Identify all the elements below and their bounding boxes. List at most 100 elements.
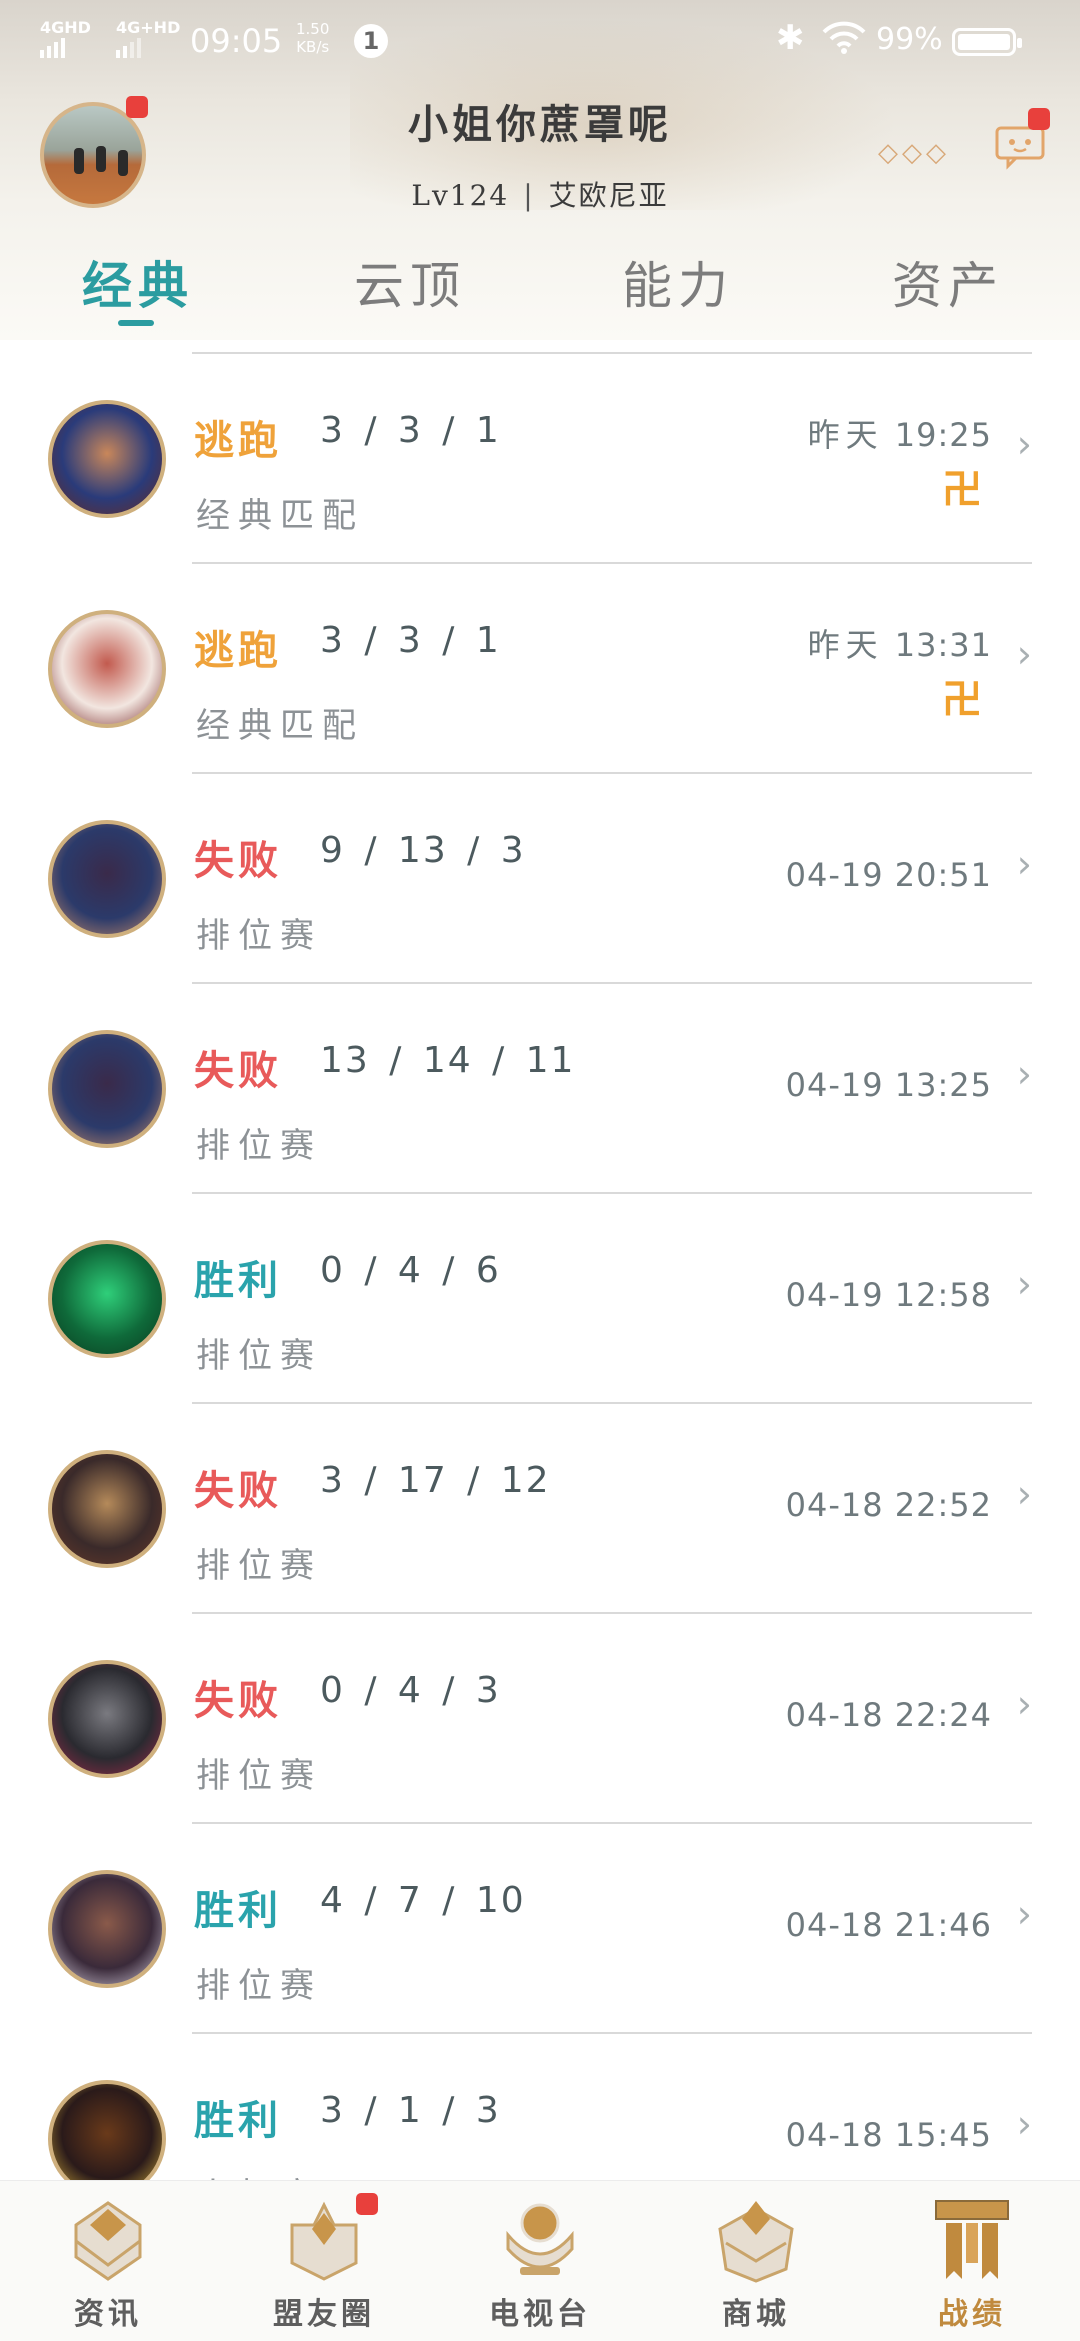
nav-label: 商城 xyxy=(722,2297,790,2332)
store-icon xyxy=(718,2201,794,2283)
match-kda: 0 / 4 / 3 xyxy=(320,1670,501,1711)
match-date: 04-19 xyxy=(785,856,884,894)
news-icon xyxy=(74,2201,142,2281)
network-speed: 1.50 KB/s xyxy=(296,20,329,56)
chevron-right-icon: › xyxy=(1016,2102,1032,2146)
chevron-right-icon: › xyxy=(1016,1682,1032,1726)
nav-label: 电视台 xyxy=(489,2297,591,2332)
match-date: 04-18 xyxy=(785,2116,884,2154)
match-row[interactable]: 胜利 0 / 4 / 6 排位赛 04-19 12:58 › xyxy=(0,1194,1080,1404)
match-time: 04-19 13:25 xyxy=(786,1066,992,1104)
match-result: 逃跑 xyxy=(194,417,282,464)
match-kda: 3 / 3 / 1 xyxy=(320,620,501,661)
match-time: 04-18 22:24 xyxy=(786,1696,992,1734)
nav-friends[interactable]: 盟友圈 xyxy=(216,2181,432,2341)
active-tab-indicator xyxy=(118,320,154,326)
match-time: 昨天 19:25 xyxy=(808,410,992,456)
friends-icon xyxy=(290,2201,358,2281)
battery-percent: 99% xyxy=(876,22,943,57)
profile-header: 4GHD 4G+HD 09:05 1.50 KB/s 1 ✱ 99% 小姐你蔗罩… xyxy=(0,0,1080,340)
match-kda: 4 / 7 / 10 xyxy=(320,1880,526,1921)
match-result: 胜利 xyxy=(194,1887,282,1934)
match-date: 昨天 xyxy=(807,626,884,664)
flee-penalty-icon: 卍 xyxy=(942,680,982,720)
network-speed-value: 1.50 xyxy=(296,20,330,38)
profile-level-row: Lv124 | 艾欧尼亚 xyxy=(0,174,1080,214)
tab-classic[interactable]: 经典 xyxy=(82,246,194,318)
match-mode: 排位赛 xyxy=(196,916,322,956)
match-mode: 排位赛 xyxy=(196,1126,322,1166)
signal-label-2: 4G+HD xyxy=(116,18,181,37)
chat-notification-badge xyxy=(1028,108,1050,130)
nav-label: 资讯 xyxy=(74,2297,142,2332)
nav-record[interactable]: 战绩 xyxy=(864,2181,1080,2341)
hero-portrait xyxy=(48,1450,166,1568)
match-clock-time: 20:51 xyxy=(894,856,992,894)
match-clock-time: 22:52 xyxy=(894,1486,992,1524)
match-row[interactable]: 胜利 4 / 7 / 10 排位赛 04-18 21:46 › xyxy=(0,1824,1080,2034)
hero-portrait xyxy=(48,1030,166,1148)
match-clock-time: 13:25 xyxy=(894,1066,992,1104)
wifi-icon xyxy=(822,21,866,54)
nav-store[interactable]: 商城 xyxy=(648,2181,864,2341)
match-row[interactable]: 失败 13 / 14 / 11 排位赛 04-19 13:25 › xyxy=(0,984,1080,1194)
match-kda: 3 / 3 / 1 xyxy=(320,410,501,451)
chevron-right-icon: › xyxy=(1016,1892,1032,1936)
match-kda: 9 / 13 / 3 xyxy=(320,830,526,871)
match-clock-time: 22:24 xyxy=(894,1696,992,1734)
match-kda: 3 / 17 / 12 xyxy=(320,1460,551,1501)
network-speed-unit: KB/s xyxy=(296,38,330,56)
profile-level: Lv124 xyxy=(411,179,510,212)
chevron-right-icon: › xyxy=(1016,1472,1032,1516)
match-result: 胜利 xyxy=(194,1257,282,1304)
match-row[interactable]: 胜利 3 / 1 / 3 人机赛 04-18 15:45 › xyxy=(0,2034,1080,2180)
nav-tv[interactable]: 电视台 xyxy=(432,2181,648,2341)
match-row[interactable]: 逃跑 3 / 3 / 1 经典匹配 昨天 19:25 卍 › xyxy=(0,354,1080,564)
status-bar: 4GHD 4G+HD 09:05 1.50 KB/s 1 ✱ 99% xyxy=(0,0,1080,84)
match-mode: 排位赛 xyxy=(196,1756,322,1796)
match-result: 失败 xyxy=(194,1677,282,1724)
level-separator: | xyxy=(523,179,535,212)
match-kda: 0 / 4 / 6 xyxy=(320,1250,501,1291)
nav-label: 战绩 xyxy=(938,2297,1006,2332)
hero-portrait xyxy=(48,2080,166,2180)
bluetooth-icon: ✱ xyxy=(776,18,805,58)
tab-ability[interactable]: 能力 xyxy=(622,246,734,318)
nav-news[interactable]: 资讯 xyxy=(0,2181,216,2341)
notification-count-badge: 1 xyxy=(354,24,388,58)
match-date: 昨天 xyxy=(807,416,884,454)
chevron-right-icon: › xyxy=(1016,1262,1032,1306)
match-row[interactable]: 失败 9 / 13 / 3 排位赛 04-19 20:51 › xyxy=(0,774,1080,984)
chevron-right-icon: › xyxy=(1016,422,1032,466)
tab-tft[interactable]: 云顶 xyxy=(354,246,466,318)
more-options-icon[interactable]: ◇◇◇ xyxy=(878,138,950,168)
match-time: 昨天 13:31 xyxy=(808,620,992,666)
match-time: 04-18 22:52 xyxy=(786,1486,992,1524)
match-date: 04-19 xyxy=(785,1066,884,1104)
match-mode: 排位赛 xyxy=(196,1966,322,2006)
clock: 09:05 xyxy=(190,22,283,60)
hero-portrait xyxy=(48,610,166,728)
match-time: 04-18 21:46 xyxy=(786,1906,992,1944)
match-mode: 经典匹配 xyxy=(196,496,364,536)
match-clock-time: 13:31 xyxy=(894,626,992,664)
chevron-right-icon: › xyxy=(1016,1052,1032,1096)
match-date: 04-19 xyxy=(785,1276,884,1314)
flee-penalty-icon: 卍 xyxy=(942,470,982,510)
tab-assets[interactable]: 资产 xyxy=(892,246,1004,318)
match-clock-time: 21:46 xyxy=(894,1906,992,1944)
hero-portrait xyxy=(48,1660,166,1778)
match-history-list[interactable]: 逃跑 3 / 3 / 1 经典匹配 昨天 19:25 卍 › 逃跑 3 / 3 / 1 经典匹配… xyxy=(0,340,1080,2180)
match-row[interactable]: 失败 3 / 17 / 12 排位赛 04-18 22:52 › xyxy=(0,1404,1080,1614)
record-icon xyxy=(935,2200,1009,2279)
match-result: 逃跑 xyxy=(194,627,282,674)
signal-bars-icon-2 xyxy=(116,38,141,58)
flee-penalty-glyph: 卍 xyxy=(942,467,982,513)
match-mode: 排位赛 xyxy=(196,1336,322,1376)
match-result: 胜利 xyxy=(194,2097,282,2144)
match-row[interactable]: 失败 0 / 4 / 3 排位赛 04-18 22:24 › xyxy=(0,1614,1080,1824)
match-row[interactable]: 逃跑 3 / 3 / 1 经典匹配 昨天 13:31 卍 › xyxy=(0,564,1080,774)
hero-portrait xyxy=(48,820,166,938)
match-result: 失败 xyxy=(194,837,282,884)
hero-portrait xyxy=(48,1870,166,1988)
